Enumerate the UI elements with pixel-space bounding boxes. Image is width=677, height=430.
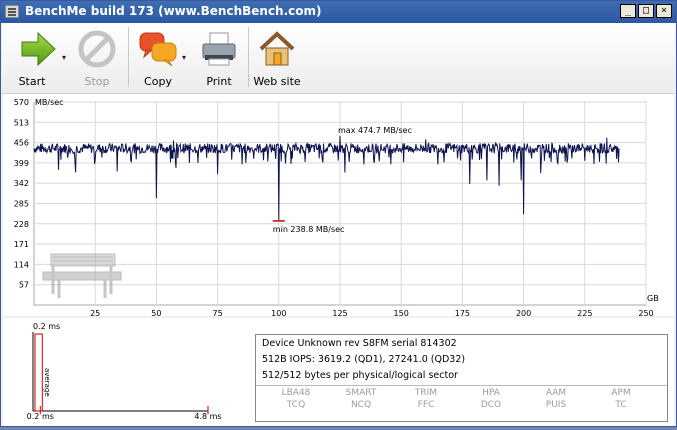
x-tick-label: 125 xyxy=(332,309,347,316)
feature-name: LBA48 xyxy=(281,388,311,398)
window-title: BenchMe build 173 (www.BenchBench.com) xyxy=(25,4,322,18)
print-button[interactable]: Print xyxy=(194,23,244,91)
y-tick-label: 228 xyxy=(14,220,29,229)
website-label: Web site xyxy=(253,75,301,88)
y-tick-label: 57 xyxy=(19,281,29,290)
feature-name: DCO xyxy=(480,400,502,410)
feature-flag: SMART NCQ xyxy=(331,387,391,421)
latency-top-label: 0.2 ms xyxy=(33,322,60,331)
x-tick-label: 100 xyxy=(271,309,286,316)
iops-line: 512B IOPS: 3619.2 (QD1), 27241.0 (QD32) xyxy=(262,354,466,365)
y-tick-label: 171 xyxy=(14,240,29,249)
feature-name: TCQ xyxy=(286,400,306,410)
latency-tick-label: 0.2 ms xyxy=(27,412,54,421)
x-tick-label: 25 xyxy=(90,309,100,316)
min-annotation: min 238.8 MB/sec xyxy=(273,225,345,234)
house-icon xyxy=(259,31,295,66)
device-line: Device Unknown rev S8FM serial 814302 xyxy=(262,338,457,349)
feature-name: APM xyxy=(611,388,631,398)
sector-line: 512/512 bytes per physical/logical secto… xyxy=(262,370,458,381)
access-time-chart: 0.2 ms average 0.2 ms 4.8 ms xyxy=(27,322,222,421)
transfer-rate-graph: 570 513 456 399 342 285 228 171 114 57 25 50 75 100 12… xyxy=(3,94,674,318)
start-button[interactable]: Start xyxy=(8,23,68,91)
y-tick-label: 342 xyxy=(14,179,29,188)
printer-icon xyxy=(202,32,236,66)
y-tick-label: 456 xyxy=(14,139,29,148)
feature-flag: LBA48 TCQ xyxy=(266,387,326,421)
x-tick-label: 50 xyxy=(151,309,161,316)
bench-seat xyxy=(42,271,122,281)
window-controls: _ □ × xyxy=(620,4,672,18)
x-tick-label: 200 xyxy=(516,309,531,316)
y-axis-unit: MB/sec xyxy=(35,98,64,107)
x-tick-label: 250 xyxy=(638,309,653,316)
transfer-rate-chart: 570 513 456 399 342 285 228 171 114 57 25 50 75 100 12… xyxy=(14,98,659,318)
y-tick-label: 285 xyxy=(14,200,29,209)
copy-dropdown-arrow[interactable]: ▾ xyxy=(182,53,186,62)
website-button[interactable]: Web site xyxy=(252,23,302,91)
copy-button[interactable]: Copy xyxy=(130,23,186,91)
y-tick-label: 399 xyxy=(14,159,29,168)
speech-bubbles-icon xyxy=(139,32,177,67)
stop-button[interactable]: Stop xyxy=(72,23,122,91)
x-tick-label: 75 xyxy=(213,309,223,316)
start-label: Start xyxy=(18,75,46,88)
x-tick-label: 225 xyxy=(577,309,592,316)
title-bar[interactable]: BenchMe build 173 (www.BenchBench.com) _… xyxy=(1,1,676,23)
feature-name: HPA xyxy=(482,388,500,398)
x-tick-label: 175 xyxy=(455,309,470,316)
x-axis-unit: GB xyxy=(647,294,659,303)
y-tick-label: 513 xyxy=(14,118,29,127)
feature-flag: TRIM FFC xyxy=(396,387,456,421)
stop-icon xyxy=(78,30,116,68)
start-dropdown-arrow[interactable]: ▾ xyxy=(62,53,66,62)
max-annotation: max 474.7 MB/sec xyxy=(338,126,412,135)
feature-flag: HPA DCO xyxy=(461,387,521,421)
features-divider xyxy=(256,385,667,386)
copy-label: Copy xyxy=(144,75,172,88)
feature-name: TC xyxy=(615,400,627,410)
feature-name: NCQ xyxy=(350,400,372,410)
y-tick-label: 570 xyxy=(14,98,29,107)
feature-name: TRIM xyxy=(414,388,438,398)
toolbar-separator xyxy=(248,27,249,87)
bench-back xyxy=(50,253,116,267)
maximize-button[interactable]: □ xyxy=(638,4,654,18)
bottom-panel: 0.2 ms average 0.2 ms 4.8 ms Device Unknown… xyxy=(3,318,674,426)
feature-name: PUIS xyxy=(545,400,567,410)
print-label: Print xyxy=(206,75,232,88)
toolbar: Start ▾ Stop Copy ▾ Print Web site xyxy=(2,23,675,94)
average-label: average xyxy=(43,368,51,397)
start-arrow-icon xyxy=(21,31,56,67)
app-icon xyxy=(5,5,19,18)
y-tick-label: 114 xyxy=(14,260,29,269)
close-button[interactable]: × xyxy=(656,4,672,18)
feature-flag: AAM PUIS xyxy=(526,387,586,421)
feature-name: FFC xyxy=(417,400,435,410)
average-bar xyxy=(34,333,43,412)
device-info-box: Device Unknown rev S8FM serial 814302 51… xyxy=(255,334,668,422)
feature-flag: APM TC xyxy=(591,387,651,421)
feature-name: SMART xyxy=(345,388,377,398)
latency-tick-label: 4.8 ms xyxy=(194,412,221,421)
feature-name: AAM xyxy=(545,388,567,398)
stop-label: Stop xyxy=(84,75,110,88)
minimize-button[interactable]: _ xyxy=(620,4,636,18)
app-window: BenchMe build 173 (www.BenchBench.com) _… xyxy=(0,0,677,427)
toolbar-separator xyxy=(128,27,129,87)
x-tick-label: 150 xyxy=(394,309,409,316)
